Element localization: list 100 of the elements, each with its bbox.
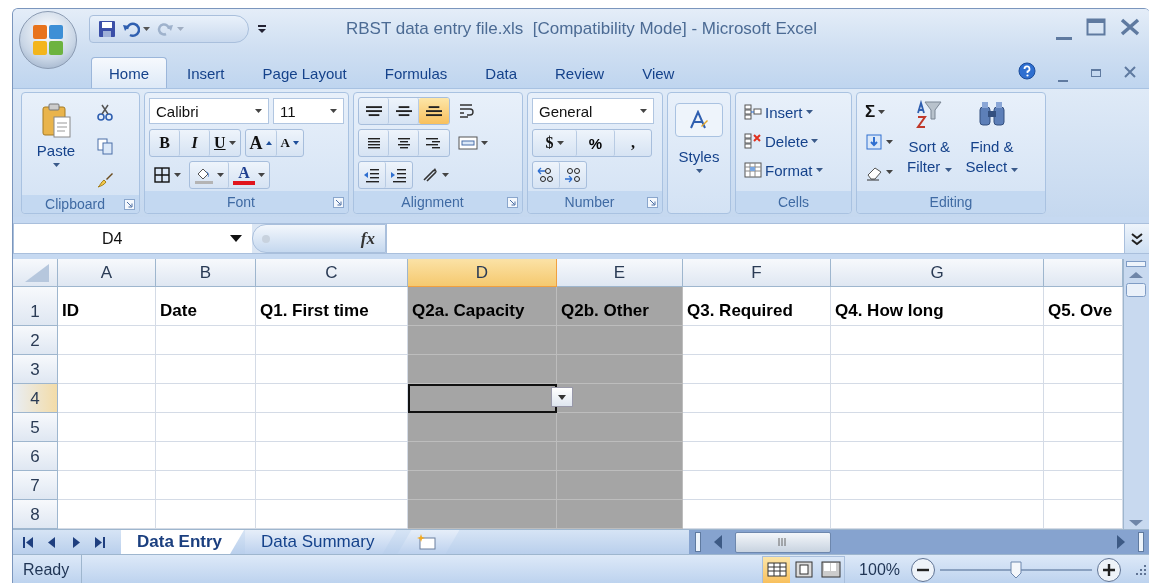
- dialog-launcher-icon[interactable]: [507, 196, 518, 208]
- vertical-align-button[interactable]: [419, 98, 449, 124]
- spreadsheet-cell[interactable]: [557, 442, 683, 471]
- spreadsheet-cell[interactable]: [408, 442, 557, 471]
- ribbon-tab[interactable]: Formulas: [366, 57, 466, 88]
- column-header[interactable]: G: [831, 259, 1044, 287]
- horizontal-scrollbar[interactable]: [689, 530, 1149, 554]
- spreadsheet-cell[interactable]: [408, 500, 557, 529]
- autosum-button[interactable]: Σ: [861, 99, 897, 125]
- currency-button[interactable]: $: [533, 130, 577, 156]
- column-header[interactable]: C: [256, 259, 408, 287]
- underline-button[interactable]: U: [210, 130, 240, 156]
- paintbrush-icon: [96, 171, 114, 189]
- row-header[interactable]: 6: [13, 442, 58, 471]
- sheet-tab[interactable]: Data Entry: [121, 530, 245, 554]
- cells-command-button[interactable]: Insert: [740, 99, 827, 125]
- font-size-dropdown[interactable]: 11: [273, 98, 344, 124]
- insert-function-label[interactable]: fx: [360, 228, 375, 249]
- caret-icon: [805, 110, 813, 114]
- spreadsheet-cell[interactable]: Q2b. Other: [557, 287, 683, 326]
- spreadsheet-cell[interactable]: [557, 384, 683, 413]
- dialog-launcher-icon[interactable]: [333, 196, 344, 208]
- grow-font-button[interactable]: A: [245, 130, 277, 156]
- last-sheet-icon[interactable]: [95, 536, 105, 548]
- scroll-thumb[interactable]: [735, 531, 832, 553]
- spreadsheet-cell[interactable]: Date: [156, 287, 256, 326]
- zoom-out-icon[interactable]: [910, 556, 936, 583]
- row-header[interactable]: 1: [13, 287, 58, 326]
- spreadsheet-cell[interactable]: Q4. How long: [831, 287, 1044, 326]
- ribbon-tab[interactable]: Home: [91, 57, 167, 88]
- styles-button[interactable]: Styles: [672, 97, 726, 189]
- spreadsheet-cell[interactable]: [408, 384, 557, 413]
- scroll-left-icon[interactable]: [713, 535, 724, 549]
- dialog-launcher-icon[interactable]: [647, 196, 658, 208]
- shrink-font-button[interactable]: A: [276, 130, 303, 156]
- column-header[interactable]: B: [156, 259, 256, 287]
- zoom-in-icon[interactable]: [1096, 556, 1122, 583]
- column-header[interactable]: E: [557, 259, 683, 287]
- view-button[interactable]: [763, 556, 791, 583]
- scroll-up-icon[interactable]: [1128, 269, 1143, 281]
- dropdown-arrow-icon[interactable]: [230, 235, 242, 242]
- row-header[interactable]: 7: [13, 471, 58, 500]
- spreadsheet-cell[interactable]: [557, 355, 683, 384]
- ribbon-tab[interactable]: Page Layout: [244, 57, 365, 88]
- zoom-level[interactable]: 100%: [845, 560, 910, 579]
- name-box[interactable]: D4: [14, 224, 252, 253]
- spreadsheet-cell[interactable]: [408, 471, 557, 500]
- spreadsheet-cell[interactable]: [557, 471, 683, 500]
- spreadsheet-cell[interactable]: Q3. Required: [683, 287, 831, 326]
- column-header[interactable]: [1044, 259, 1123, 287]
- ribbon-tab[interactable]: Review: [537, 57, 623, 88]
- spreadsheet-cell[interactable]: [557, 326, 683, 355]
- paste-button[interactable]: Paste: [26, 97, 86, 193]
- ribbon-tab[interactable]: View: [624, 57, 693, 88]
- ribbon-tab[interactable]: Insert: [169, 57, 243, 88]
- previous-sheet-icon[interactable]: [47, 536, 57, 548]
- column-header[interactable]: A: [58, 259, 156, 287]
- row-header[interactable]: 2: [13, 326, 58, 355]
- font-color-button[interactable]: A: [229, 162, 269, 188]
- select-all-button[interactable]: [13, 259, 58, 287]
- cells-command-button[interactable]: Delete: [740, 128, 827, 154]
- expand-formula-bar-button[interactable]: [1124, 224, 1149, 253]
- slider-thumb[interactable]: [1010, 560, 1022, 579]
- dialog-launcher-icon[interactable]: [124, 198, 135, 210]
- save-button[interactable]: [98, 18, 116, 40]
- row-header[interactable]: 5: [13, 413, 58, 442]
- split-handle-icon[interactable]: [1125, 261, 1146, 267]
- vertical-scrollbar[interactable]: [1123, 259, 1147, 529]
- spreadsheet-cell[interactable]: [408, 355, 557, 384]
- font-name-dropdown[interactable]: Calibri: [149, 98, 270, 124]
- bold-button[interactable]: B: [150, 130, 180, 156]
- function-bar-button[interactable]: fx: [252, 224, 386, 253]
- number-format-dropdown[interactable]: General: [532, 98, 654, 124]
- column-header[interactable]: D: [408, 259, 557, 287]
- validation-dropdown-button[interactable]: [551, 387, 573, 407]
- split-handle-icon[interactable]: [1138, 532, 1144, 552]
- spreadsheet-cell[interactable]: [557, 413, 683, 442]
- scroll-thumb[interactable]: [1125, 283, 1146, 297]
- spreadsheet-cell[interactable]: [408, 413, 557, 442]
- row-header[interactable]: 8: [13, 500, 58, 529]
- ribbon-tab[interactable]: Data: [467, 57, 535, 88]
- spreadsheet-cell[interactable]: Q2a. Capacity: [408, 287, 557, 326]
- spreadsheet-cell[interactable]: [557, 500, 683, 529]
- row-header[interactable]: 3: [13, 355, 58, 384]
- editing-command-button[interactable]: Sort & Filter: [903, 97, 956, 189]
- italic-button[interactable]: I: [180, 130, 210, 156]
- column-header[interactable]: F: [683, 259, 831, 287]
- percent-button[interactable]: %: [577, 130, 615, 156]
- spreadsheet-cell[interactable]: ID: [58, 287, 156, 326]
- split-handle-icon[interactable]: [695, 532, 702, 552]
- formula-input[interactable]: [386, 224, 1124, 253]
- comma-button[interactable]: ,: [615, 130, 651, 156]
- next-sheet-icon[interactable]: [71, 536, 81, 548]
- first-sheet-icon[interactable]: [23, 536, 33, 548]
- cells-command-button[interactable]: Format: [740, 157, 827, 183]
- row-header[interactable]: 4: [13, 384, 58, 413]
- sheet-tab[interactable]: Data Summary: [245, 530, 397, 554]
- spreadsheet-cell[interactable]: [408, 326, 557, 355]
- scroll-right-icon[interactable]: [1116, 535, 1126, 549]
- editing-command-button[interactable]: Find & Select: [961, 97, 1023, 189]
